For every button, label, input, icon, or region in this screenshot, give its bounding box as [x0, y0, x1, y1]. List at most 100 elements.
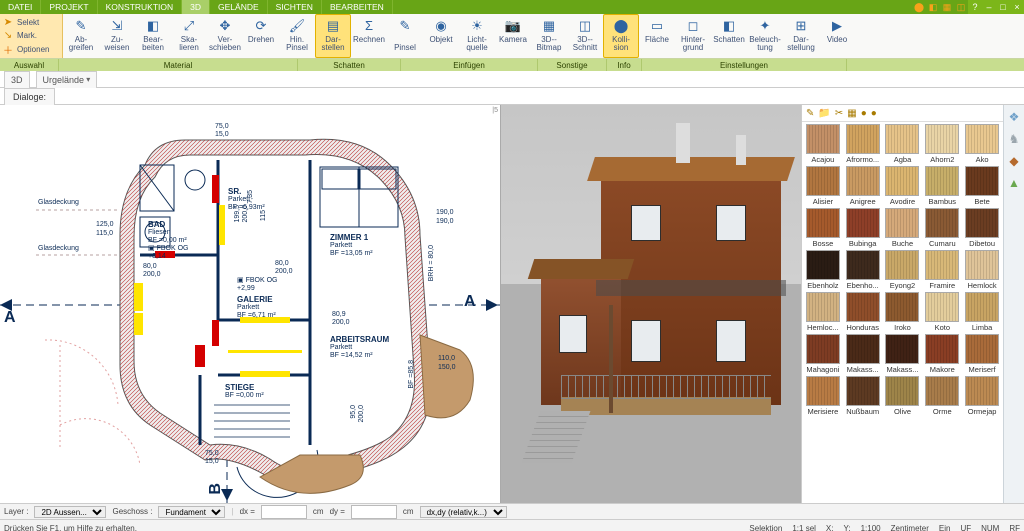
app-icon-1[interactable]: ⬤	[912, 0, 926, 14]
material-bambus[interactable]: Bambus	[923, 166, 961, 206]
material-alisier[interactable]: Alisier	[804, 166, 842, 206]
ribbon-skalieren[interactable]: ⤢Ska-lieren	[171, 14, 207, 58]
dim-bf85: BF =85,8	[408, 360, 415, 389]
ribbon-hintergrund[interactable]: ◻Hinter-grund	[675, 14, 711, 58]
mark-button[interactable]: ↘ Mark.	[2, 30, 60, 42]
combo-urgelaende[interactable]: Urgelände ▾	[36, 71, 98, 88]
ribbon-kamera[interactable]: 📷Kamera	[495, 14, 531, 58]
view-2d-plan[interactable]: BAD Fliesen BF =0,00 m² ▣ FBOK OG +3,14 …	[0, 105, 501, 503]
material-bete[interactable]: Bete	[963, 166, 1001, 206]
material-acajou[interactable]: Acajou	[804, 124, 842, 164]
material-bosse[interactable]: Bosse	[804, 208, 842, 248]
chair-icon[interactable]: ♞	[1006, 131, 1022, 147]
optionen-button[interactable]: ＋ Optionen	[2, 43, 60, 55]
material-cumaru[interactable]: Cumaru	[923, 208, 961, 248]
ribbon-lichtquelle[interactable]: ☀Licht-quelle	[459, 14, 495, 58]
coord-mode-select[interactable]: dx,dy (relativ,k...)	[420, 506, 507, 518]
material-avodire[interactable]: Avodire	[884, 166, 922, 206]
layer-select[interactable]: 2D Aussen...	[34, 506, 106, 518]
menu-gelaende[interactable]: GELÄNDE	[210, 0, 268, 14]
app-icon-3[interactable]: ▦	[940, 0, 954, 14]
dx-input[interactable]	[261, 505, 307, 519]
menu-datei[interactable]: DATEI	[0, 0, 41, 14]
ribbon-darstellen[interactable]: ▤Dar-stellen	[315, 14, 351, 58]
min-icon[interactable]: –	[982, 0, 996, 14]
house-render	[501, 105, 801, 503]
ribbon-darstellung[interactable]: ⊞Dar-stellung	[783, 14, 819, 58]
ribbon-3d-bitmap[interactable]: ▦3D--Bitmap	[531, 14, 567, 58]
layers-icon[interactable]: ❖	[1006, 109, 1022, 125]
material-makore[interactable]: Makore	[923, 334, 961, 374]
material-eyong2[interactable]: Eyong2	[884, 250, 922, 290]
material-framire[interactable]: Framire	[923, 250, 961, 290]
folder-icon[interactable]: 📁	[818, 108, 830, 119]
cut-icon[interactable]: ✂	[835, 108, 843, 119]
material-ebenho-[interactable]: Ebenho...	[844, 250, 882, 290]
material-ahorn2[interactable]: Ahorn2	[923, 124, 961, 164]
3d-schnitt-icon: ◫	[576, 17, 594, 35]
grid-icon[interactable]: ▦	[847, 108, 856, 119]
ribbon-video[interactable]: ▶Video	[819, 14, 855, 58]
menu-konstruktion[interactable]: KONSTRUKTION	[98, 0, 183, 14]
max-icon[interactable]: □	[996, 0, 1010, 14]
tab-3d[interactable]: 3D	[4, 71, 30, 88]
selekt-button[interactable]: ➤ Selekt	[2, 17, 60, 29]
menu-projekt[interactable]: PROJEKT	[41, 0, 97, 14]
material-meriserf[interactable]: Meriserf	[963, 334, 1001, 374]
material-honduras[interactable]: Honduras	[844, 292, 882, 332]
ribbon-verschieben[interactable]: ✥Ver-schieben	[207, 14, 243, 58]
material-makass-[interactable]: Makass...	[844, 334, 882, 374]
ribbon-3d-schnitt[interactable]: ◫3D--Schnitt	[567, 14, 603, 58]
ribbon-abgreifen[interactable]: ✎Ab-greifen	[63, 14, 99, 58]
ribbon-bearbeiten[interactable]: ◧Bear-beiten	[135, 14, 171, 58]
dot-icon[interactable]: ●	[861, 108, 867, 119]
material-limba[interactable]: Limba	[963, 292, 1001, 332]
material-olive[interactable]: Olive	[884, 376, 922, 416]
ribbon-fl-che[interactable]: ▭Fläche	[639, 14, 675, 58]
material-makass-[interactable]: Makass...	[884, 334, 922, 374]
ribbon-beleuchtung[interactable]: ✦Beleuch-tung	[747, 14, 783, 58]
material-ebenholz[interactable]: Ebenholz	[804, 250, 842, 290]
material-ako[interactable]: Ako	[963, 124, 1001, 164]
ribbon-hin-pinsel[interactable]: 🖌Hin. Pinsel	[279, 14, 315, 58]
material-ormejap[interactable]: Ormejap	[963, 376, 1001, 416]
material-nu-baum[interactable]: Nußbaum	[844, 376, 882, 416]
app-icon-4[interactable]: ◫	[954, 0, 968, 14]
ribbon-kollision[interactable]: ⬤Kolli-sion	[603, 14, 639, 58]
dy-input[interactable]	[351, 505, 397, 519]
menu-bearbeiten[interactable]: BEARBEITEN	[322, 0, 393, 14]
app-icon-2[interactable]: ◧	[926, 0, 940, 14]
ribbon-objekt[interactable]: ◉Objekt	[423, 14, 459, 58]
material-icon[interactable]: ◆	[1006, 153, 1022, 169]
material-orme[interactable]: Orme	[923, 376, 961, 416]
geschoss-select[interactable]: Fundament	[158, 506, 225, 518]
pick-icon[interactable]: ✎	[806, 108, 814, 119]
ribbon-pinsel[interactable]: ✎Pinsel	[387, 14, 423, 58]
ribbon-schatten[interactable]: ◧Schatten	[711, 14, 747, 58]
material-anigree[interactable]: Anigree	[844, 166, 882, 206]
material-agba[interactable]: Agba	[884, 124, 922, 164]
close-icon[interactable]: ×	[1010, 0, 1024, 14]
material-afrormo-[interactable]: Afrormo...	[844, 124, 882, 164]
ribbon-label: Drehen	[248, 36, 274, 44]
material-merisiere[interactable]: Merisiere	[804, 376, 842, 416]
material-dibetou[interactable]: Dibetou	[963, 208, 1001, 248]
ribbon-drehen[interactable]: ⟳Drehen	[243, 14, 279, 58]
tab-dialoge[interactable]: Dialoge:	[4, 88, 55, 105]
dot2-icon[interactable]: ●	[871, 108, 877, 119]
material-buche[interactable]: Buche	[884, 208, 922, 248]
ribbon-zuweisen[interactable]: ⇲Zu-weisen	[99, 14, 135, 58]
ribbon-rechnen[interactable]: ΣRechnen	[351, 14, 387, 58]
material-mahagoni[interactable]: Mahagoni	[804, 334, 842, 374]
menu-3d[interactable]: 3D	[182, 0, 210, 14]
material-iroko[interactable]: Iroko	[884, 292, 922, 332]
landscape-icon[interactable]: ▲	[1006, 175, 1022, 191]
help-icon[interactable]: ?	[968, 0, 982, 14]
menu-sichten[interactable]: SICHTEN	[268, 0, 322, 14]
material-hemlock[interactable]: Hemlock	[963, 250, 1001, 290]
material-bubinga[interactable]: Bubinga	[844, 208, 882, 248]
view-3d[interactable]	[501, 105, 801, 503]
material-koto[interactable]: Koto	[923, 292, 961, 332]
material-hemloc-[interactable]: Hemloc...	[804, 292, 842, 332]
material-label: Acajou	[811, 155, 834, 164]
